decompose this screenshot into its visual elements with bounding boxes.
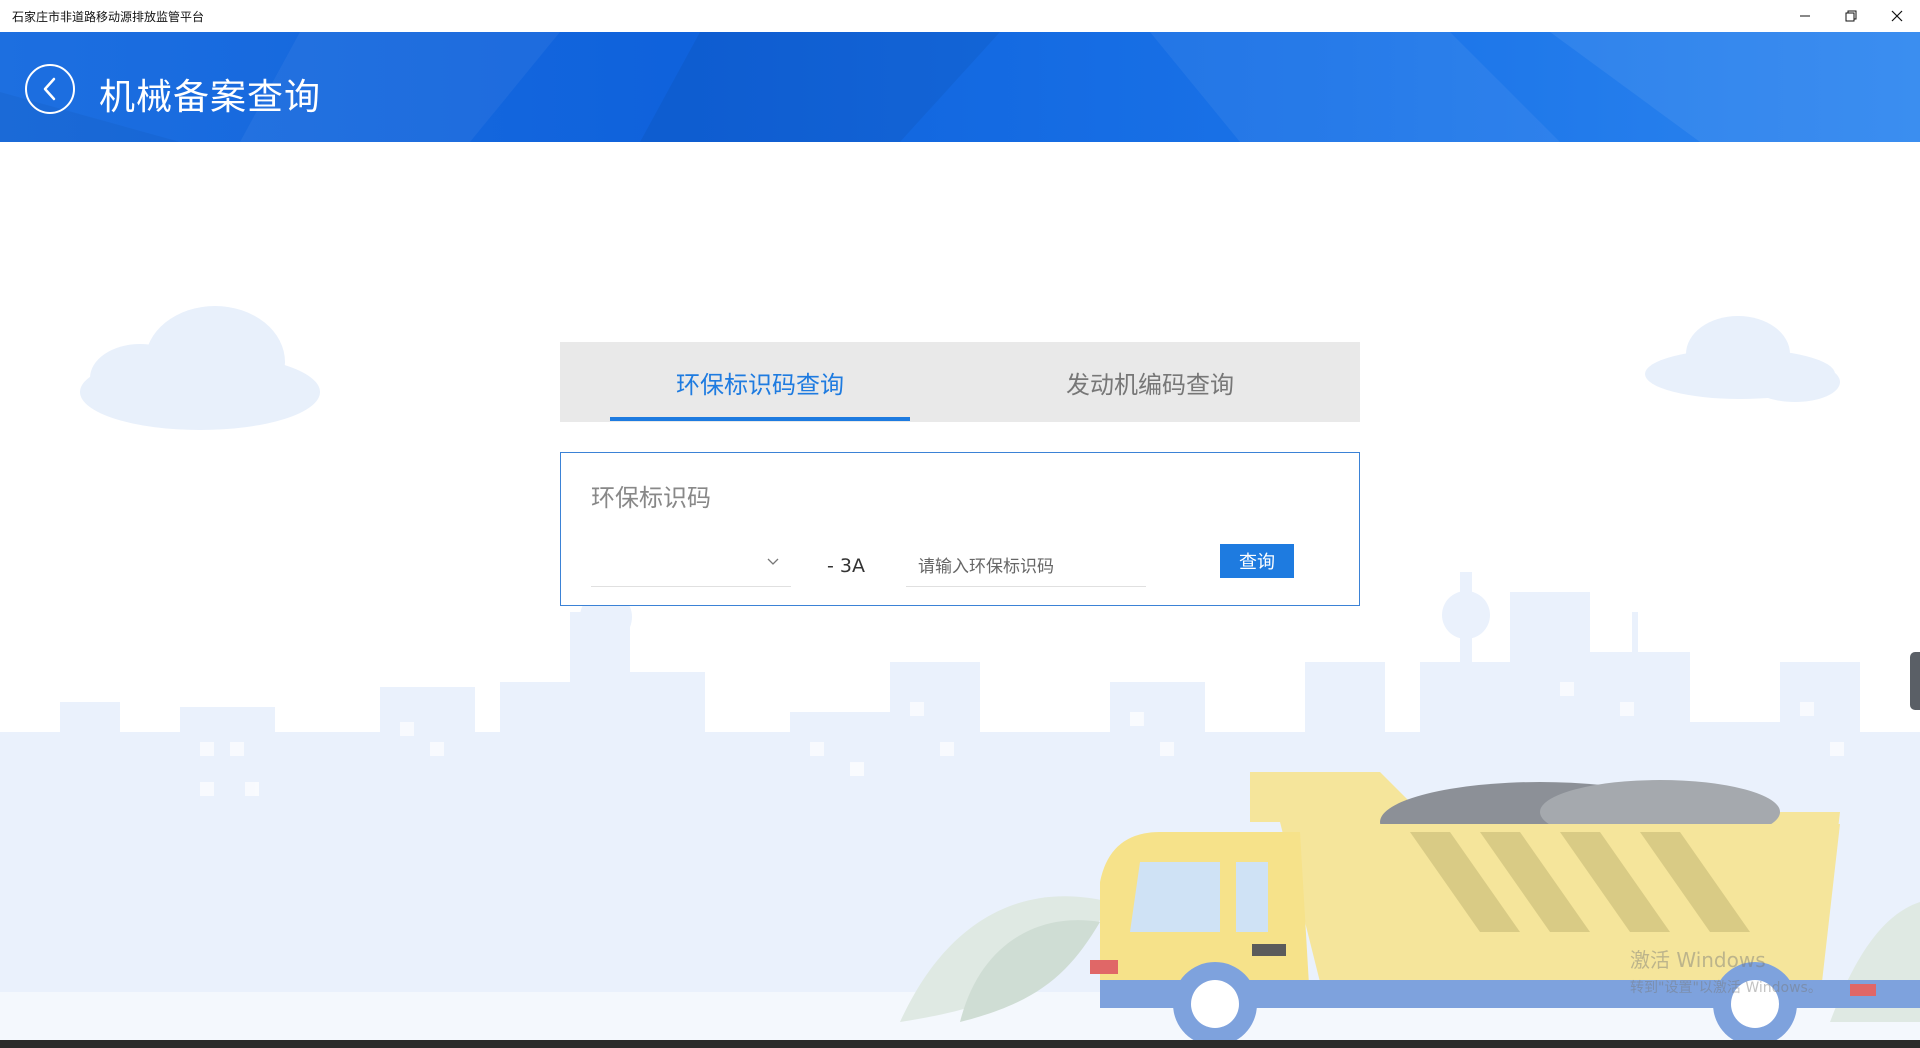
close-icon (1891, 10, 1903, 22)
code-suffix-text: - 3A (827, 555, 865, 577)
windows-activation-watermark: 激活 Windows 转到"设置"以激活 Windows。 (1630, 944, 1822, 997)
eco-label-field-label: 环保标识码 (591, 484, 711, 512)
title-bar: 石家庄市非道路移动源排放监管平台 (0, 0, 1920, 32)
window-title: 石家庄市非道路移动源排放监管平台 (12, 9, 205, 24)
region-prefix-select[interactable] (591, 547, 791, 587)
chevron-left-icon (43, 77, 56, 101)
active-tab-indicator (610, 417, 910, 421)
query-form: 环保标识码 - 3A 查询 (560, 452, 1360, 606)
page-title: 机械备案查询 (99, 77, 322, 118)
app-window: 石家庄市非道路移动源排放监管平台 机械备案查询 环保标识码查询 发动机编码查询 … (0, 0, 1920, 1048)
window-controls (1782, 0, 1920, 32)
tab-engine-code-query[interactable]: 发动机编码查询 (1000, 342, 1300, 422)
query-tabs: 环保标识码查询 发动机编码查询 (560, 342, 1360, 422)
taskbar (0, 1040, 1920, 1048)
minimize-button[interactable] (1782, 0, 1828, 32)
minimize-icon (1800, 15, 1810, 17)
eco-label-code-input[interactable] (906, 547, 1146, 587)
header-banner: 机械备案查询 (0, 32, 1920, 142)
restore-button[interactable] (1828, 0, 1874, 32)
side-panel-handle[interactable] (1910, 652, 1920, 710)
restore-icon (1845, 10, 1857, 22)
watermark-subtitle: 转到"设置"以激活 Windows。 (1630, 980, 1822, 996)
back-button[interactable] (25, 64, 75, 114)
watermark-title: 激活 Windows (1630, 948, 1766, 972)
tab-eco-label-query[interactable]: 环保标识码查询 (610, 342, 910, 422)
query-button[interactable]: 查询 (1220, 544, 1294, 578)
close-button[interactable] (1874, 0, 1920, 32)
chevron-down-icon (767, 558, 779, 565)
